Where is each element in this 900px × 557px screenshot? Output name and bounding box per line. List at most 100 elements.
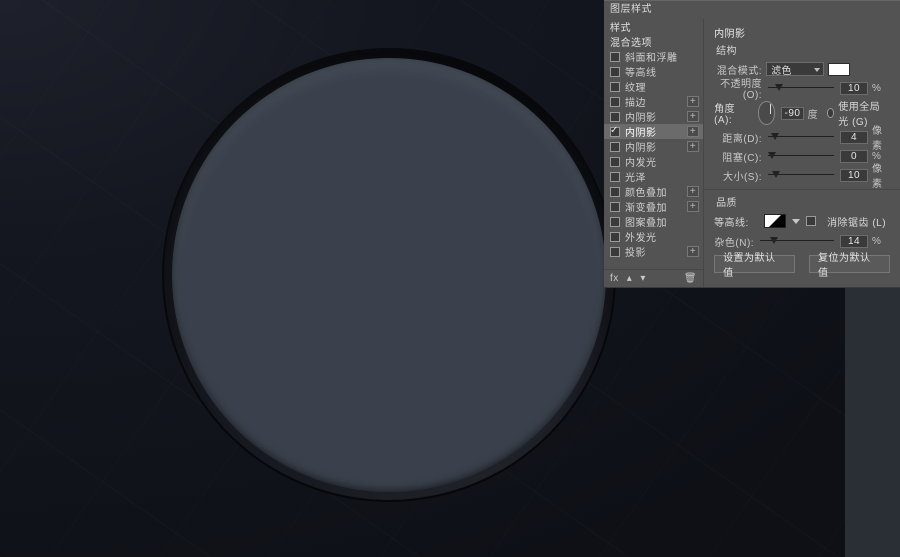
unit-percent: % — [872, 83, 890, 94]
effect-label: 内阴影 — [625, 109, 687, 124]
quality-title: 品质 — [716, 194, 890, 209]
choke-label: 阻塞(C): — [714, 149, 766, 164]
unit-px-2: 像素 — [872, 160, 890, 190]
effect-row-bevel[interactable]: 斜面和浮雕 — [604, 49, 703, 64]
canvas-side-strip — [845, 288, 900, 557]
add-effect-icon[interactable]: + — [687, 96, 699, 107]
effect-row-ishadow2[interactable]: 内阴影+ — [604, 124, 703, 139]
effect-title: 内阴影 — [714, 25, 890, 40]
contour-picker[interactable] — [764, 214, 786, 228]
color-swatch[interactable] — [828, 63, 850, 76]
effect-label: 渐变叠加 — [625, 199, 687, 214]
opacity-slider[interactable] — [768, 81, 834, 95]
distance-slider[interactable] — [768, 130, 834, 144]
effect-settings: 内阴影 结构 混合模式: 滤色 不透明度(O): 10 % 角度(A): -90… — [704, 19, 900, 287]
effect-checkbox-bevel[interactable] — [610, 52, 620, 62]
noise-value[interactable]: 14 — [840, 235, 868, 248]
contour-dropdown-icon[interactable] — [792, 219, 800, 224]
move-down-icon[interactable]: ▾ — [640, 273, 646, 284]
unit-deg: 度 — [808, 106, 821, 121]
effect-row-satin[interactable]: 光泽 — [604, 169, 703, 184]
blend-options-header[interactable]: 混合选项 — [604, 34, 703, 49]
effect-checkbox-oglow[interactable] — [610, 232, 620, 242]
effect-checkbox-ishadow3[interactable] — [610, 142, 620, 152]
antialias-checkbox[interactable] — [806, 216, 816, 226]
effects-footer: fx ▴ ▾ 🗑 — [604, 269, 703, 287]
effect-label: 图案叠加 — [625, 214, 699, 229]
layer-style-dialog: 图层样式 样式 混合选项 斜面和浮雕等高线纹理描边+内阴影+内阴影+内阴影+内发… — [604, 0, 900, 288]
noise-label: 杂色(N): — [714, 234, 758, 249]
shape-disc — [172, 58, 606, 492]
add-effect-icon[interactable]: + — [687, 246, 699, 257]
unit-percent-3: % — [872, 236, 890, 247]
blend-mode-select[interactable]: 滤色 — [766, 62, 824, 76]
effect-checkbox-ishadow2[interactable] — [610, 127, 620, 137]
shape-rim — [164, 50, 614, 500]
effect-checkbox-dshadow[interactable] — [610, 247, 620, 257]
effect-label: 投影 — [625, 244, 687, 259]
effect-row-oglow[interactable]: 外发光 — [604, 229, 703, 244]
antialias-label: 消除锯齿 (L) — [827, 214, 886, 229]
distance-value[interactable]: 4 — [840, 131, 868, 144]
effect-label: 光泽 — [625, 169, 699, 184]
effect-row-texture[interactable]: 纹理 — [604, 79, 703, 94]
size-value[interactable]: 10 — [840, 169, 868, 182]
size-slider[interactable] — [768, 168, 834, 182]
styles-header[interactable]: 样式 — [604, 19, 703, 34]
choke-slider[interactable] — [768, 149, 834, 163]
move-up-icon[interactable]: ▴ — [627, 273, 633, 284]
effect-label: 描边 — [625, 94, 687, 109]
angle-value[interactable]: -90 — [781, 107, 803, 120]
effect-row-stroke[interactable]: 描边+ — [604, 94, 703, 109]
effect-checkbox-iglow[interactable] — [610, 157, 620, 167]
effect-row-iglow[interactable]: 内发光 — [604, 154, 703, 169]
make-default-button[interactable]: 设置为默认值 — [714, 255, 795, 273]
effect-label: 内阴影 — [625, 124, 687, 139]
reset-default-button[interactable]: 复位为默认值 — [809, 255, 890, 273]
effect-row-contour[interactable]: 等高线 — [604, 64, 703, 79]
effect-checkbox-stroke[interactable] — [610, 97, 620, 107]
effect-row-goverlay[interactable]: 渐变叠加+ — [604, 199, 703, 214]
add-effect-icon[interactable]: + — [687, 126, 699, 137]
effect-label: 等高线 — [625, 64, 699, 79]
effect-label: 颜色叠加 — [625, 184, 687, 199]
trash-icon[interactable]: 🗑 — [684, 273, 697, 284]
dialog-title: 图层样式 — [604, 1, 900, 19]
opacity-label: 不透明度(O): — [714, 75, 766, 101]
effect-checkbox-ishadow[interactable] — [610, 112, 620, 122]
global-light-radio[interactable] — [827, 108, 835, 118]
effect-checkbox-goverlay[interactable] — [610, 202, 620, 212]
effect-checkbox-satin[interactable] — [610, 172, 620, 182]
distance-label: 距离(D): — [714, 130, 766, 145]
angle-label: 角度(A): — [714, 100, 751, 126]
effect-row-dshadow[interactable]: 投影+ — [604, 244, 703, 259]
size-label: 大小(S): — [714, 168, 766, 183]
opacity-value[interactable]: 10 — [840, 82, 868, 95]
effect-checkbox-poverlay[interactable] — [610, 217, 620, 227]
effect-label: 内阴影 — [625, 139, 687, 154]
structure-title: 结构 — [716, 42, 890, 57]
divider — [704, 189, 900, 190]
contour-label: 等高线: — [714, 214, 758, 229]
effect-label: 内发光 — [625, 154, 699, 169]
effect-row-coverlay[interactable]: 颜色叠加+ — [604, 184, 703, 199]
add-effect-icon[interactable]: + — [687, 111, 699, 122]
effect-checkbox-coverlay[interactable] — [610, 187, 620, 197]
effect-row-poverlay[interactable]: 图案叠加 — [604, 214, 703, 229]
add-effect-icon[interactable]: + — [687, 186, 699, 197]
effect-checkbox-contour[interactable] — [610, 67, 620, 77]
fx-icon[interactable]: fx — [610, 273, 619, 284]
effect-row-ishadow3[interactable]: 内阴影+ — [604, 139, 703, 154]
noise-slider[interactable] — [760, 234, 834, 248]
effect-label: 斜面和浮雕 — [625, 49, 699, 64]
effect-checkbox-texture[interactable] — [610, 82, 620, 92]
effect-row-ishadow[interactable]: 内阴影+ — [604, 109, 703, 124]
add-effect-icon[interactable]: + — [687, 201, 699, 212]
effects-list: 样式 混合选项 斜面和浮雕等高线纹理描边+内阴影+内阴影+内阴影+内发光光泽颜色… — [604, 19, 704, 287]
effect-label: 外发光 — [625, 229, 699, 244]
unit-px-1: 像素 — [872, 122, 890, 152]
choke-value[interactable]: 0 — [840, 150, 868, 163]
angle-dial[interactable] — [758, 101, 776, 125]
effect-label: 纹理 — [625, 79, 699, 94]
add-effect-icon[interactable]: + — [687, 141, 699, 152]
